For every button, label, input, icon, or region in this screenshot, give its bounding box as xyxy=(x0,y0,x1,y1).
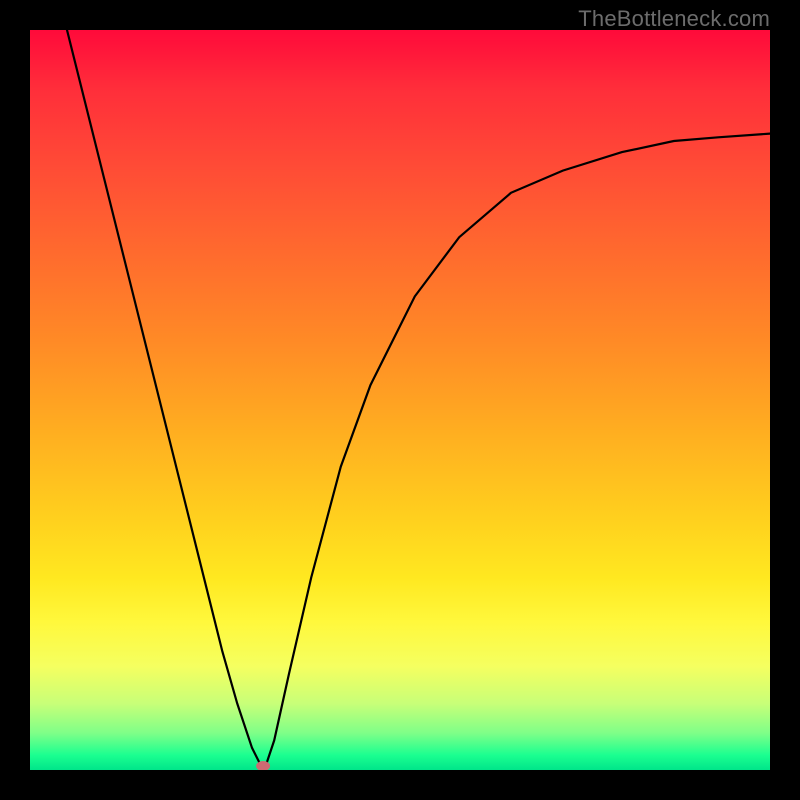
chart-frame: TheBottleneck.com xyxy=(0,0,800,800)
bottleneck-curve xyxy=(67,30,770,770)
curve-layer xyxy=(30,30,770,770)
plot-area xyxy=(30,30,770,770)
watermark-text: TheBottleneck.com xyxy=(578,6,770,32)
